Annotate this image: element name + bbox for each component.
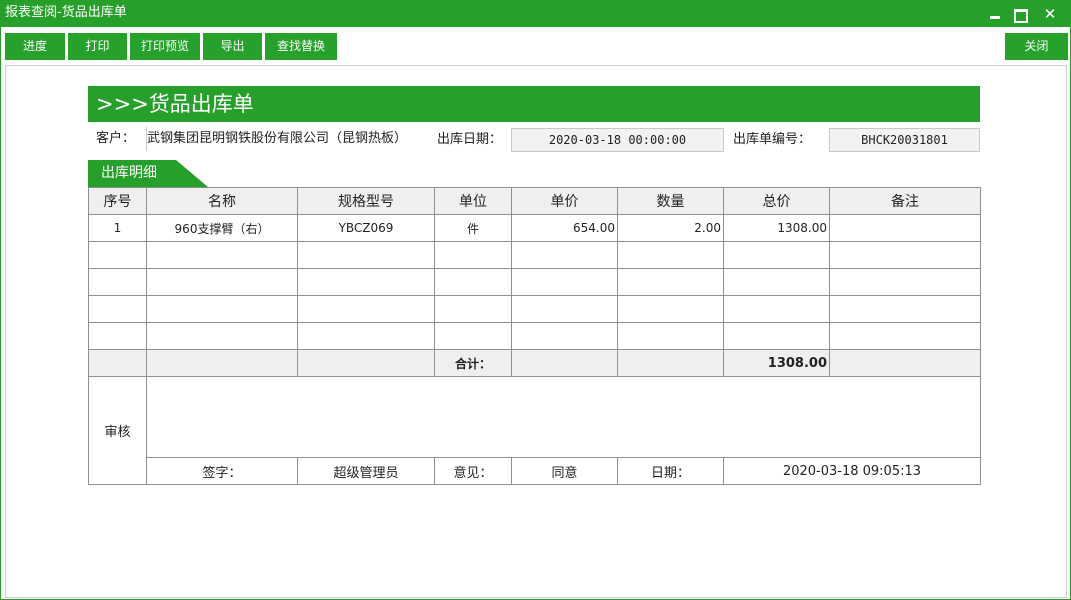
minimize-icon[interactable] [987, 6, 1003, 22]
report-title: >>>货品出库单 [88, 86, 980, 122]
sign-label: 签字： [146, 457, 298, 485]
item-name: 960支撑臂（右） [146, 214, 298, 242]
quantity: 2.00 [617, 214, 724, 242]
table-header: 序号 名称 规格型号 单位 单价 数量 总价 备注 [88, 187, 981, 215]
remark [829, 268, 981, 296]
total-cell-empty [297, 349, 435, 377]
number-label: 出库单编号： [733, 132, 812, 147]
sign-value: 超级管理员 [297, 457, 435, 485]
unit-price: 654.00 [511, 214, 618, 242]
window-title: 报表查阅-货品出库单 [5, 5, 127, 20]
progress-button[interactable]: 进度 [5, 33, 65, 60]
unit-price [511, 322, 618, 350]
header-cell: 序号 [88, 187, 147, 215]
report-window: 报表查阅-货品出库单 ✕ 进度 打印 打印预览 导出 查找替换 关闭 >>>货品… [0, 0, 1071, 600]
toolbar: 进度 打印 打印预览 导出 查找替换 关闭 [1, 27, 1070, 65]
total-cell-empty [511, 349, 618, 377]
remark [829, 322, 981, 350]
total-price: 1308.00 [723, 214, 830, 242]
approval-label: 审核 [88, 376, 147, 485]
quantity [617, 322, 724, 350]
section-tab: 出库明细 [88, 160, 208, 187]
item-spec: YBCZ069 [297, 214, 435, 242]
item-unit [434, 241, 512, 269]
customer-value: 武钢集团昆明钢铁股份有限公司（昆钢热板） [146, 127, 434, 151]
find-replace-button[interactable]: 查找替换 [265, 33, 337, 60]
print-button[interactable]: 打印 [68, 33, 127, 60]
quantity [617, 268, 724, 296]
total-price [723, 268, 830, 296]
table-row[interactable]: 1 960支撑臂（右） YBCZ069 件 654.00 2.00 1308.0… [88, 214, 981, 242]
total-cell-empty [146, 349, 298, 377]
quantity [617, 241, 724, 269]
close-icon[interactable]: ✕ [1042, 6, 1058, 22]
detail-table: 序号 名称 规格型号 单位 单价 数量 总价 备注 1 960支撑臂（右） YB… [88, 187, 981, 485]
customer-label: 客户： [96, 131, 136, 146]
table-row[interactable] [88, 295, 981, 323]
total-cell-empty [617, 349, 724, 377]
item-unit [434, 322, 512, 350]
approval-row: 审核 [88, 376, 981, 485]
print-preview-button[interactable]: 打印预览 [130, 33, 200, 60]
header-cell: 规格型号 [297, 187, 435, 215]
opinion-value: 同意 [511, 457, 618, 485]
table-row[interactable] [88, 268, 981, 296]
approval-date-value: 2020-03-18 09:05:13 [723, 457, 981, 485]
item-name [146, 295, 298, 323]
approval-date-label: 日期： [617, 457, 724, 485]
quantity [617, 295, 724, 323]
unit-price [511, 241, 618, 269]
total-row: 合计： 1308.00 [88, 349, 981, 377]
item-name [146, 268, 298, 296]
item-unit [434, 295, 512, 323]
item-name [146, 322, 298, 350]
export-button[interactable]: 导出 [203, 33, 262, 60]
signature-row: 签字： 超级管理员 意见： 同意 日期： 2020-03-18 09:05:13 [89, 457, 981, 485]
item-spec [297, 241, 435, 269]
total-price [723, 295, 830, 323]
header-cell: 单价 [511, 187, 618, 215]
header-cell: 备注 [829, 187, 981, 215]
header-cell: 数量 [617, 187, 724, 215]
table-row[interactable] [88, 322, 981, 350]
item-spec [297, 268, 435, 296]
maximize-icon[interactable] [1011, 6, 1028, 23]
number-value: BHCK20031801 [829, 128, 980, 152]
header-cell: 单位 [434, 187, 512, 215]
title-bar[interactable]: 报表查阅-货品出库单 ✕ [1, 1, 1070, 27]
close-button[interactable]: 关闭 [1005, 33, 1068, 60]
item-spec [297, 295, 435, 323]
remark [829, 241, 981, 269]
header-cell: 总价 [723, 187, 830, 215]
opinion-label: 意见： [434, 457, 512, 485]
item-name [146, 241, 298, 269]
row-index [88, 295, 147, 323]
date-value: 2020-03-18 00:00:00 [511, 128, 724, 152]
row-index [88, 322, 147, 350]
section-tab-label: 出库明细 [101, 165, 157, 181]
row-index [88, 241, 147, 269]
table-row[interactable] [88, 241, 981, 269]
item-unit: 件 [434, 214, 512, 242]
unit-price [511, 268, 618, 296]
row-index: 1 [88, 214, 147, 242]
item-spec [297, 322, 435, 350]
approval-area[interactable] [146, 376, 981, 458]
total-value: 1308.00 [723, 349, 830, 377]
row-index [88, 268, 147, 296]
remark [829, 214, 981, 242]
total-cell-empty [88, 349, 147, 377]
header-cell: 名称 [146, 187, 298, 215]
unit-price [511, 295, 618, 323]
total-price [723, 322, 830, 350]
total-label: 合计： [434, 349, 512, 377]
date-label: 出库日期： [437, 132, 503, 147]
remark [829, 295, 981, 323]
item-unit [434, 268, 512, 296]
total-price [723, 241, 830, 269]
total-cell-empty [829, 349, 981, 377]
